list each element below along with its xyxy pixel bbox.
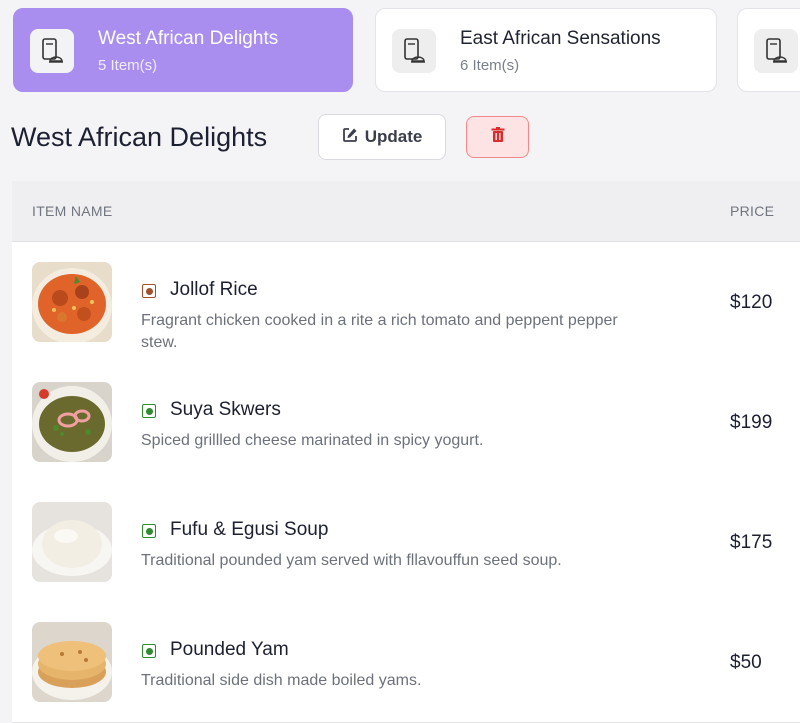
table-row[interactable]: Pounded Yam Traditional side dish made b… (12, 602, 800, 723)
item-description: Traditional side dish made boiled yams. (141, 672, 422, 689)
item-price: $175 (730, 532, 773, 553)
table-row[interactable]: Fufu & Egusi Soup Traditional pounded ya… (12, 482, 800, 603)
category-tab-east-african[interactable]: East African Sensations 6 Item(s) (375, 8, 717, 92)
dish-image-pounded-yam (32, 622, 112, 702)
category-count: 5 Item(s) (98, 57, 158, 74)
edit-icon (342, 127, 358, 148)
table-row[interactable]: Suya Skwers Spiced grillled cheese marin… (12, 362, 800, 483)
update-label: Update (364, 127, 423, 146)
item-name: Jollof Rice (170, 279, 258, 300)
veg-indicator-icon (142, 644, 156, 658)
item-name: Fufu & Egusi Soup (170, 519, 329, 540)
menu-icon (392, 29, 436, 73)
dish-image-fufu-egusi (32, 502, 112, 582)
trash-icon (491, 127, 505, 147)
item-description: Traditional pounded yam served with flla… (141, 552, 562, 569)
category-name: East African Sensations (460, 28, 661, 49)
item-price: $120 (730, 292, 773, 313)
item-description: Spiced grillled cheese marinated in spic… (141, 432, 484, 449)
category-tab-partial[interactable] (737, 8, 800, 92)
item-name: Pounded Yam (170, 639, 289, 660)
item-name: Suya Skwers (170, 399, 281, 420)
category-count: 6 Item(s) (460, 57, 520, 74)
item-description: Fragrant chicken cooked in a rite a rich… (141, 312, 618, 351)
menu-items-table: ITEM NAME PRICE Jollof Rice Fragrant chi… (12, 181, 800, 723)
category-tab-west-african[interactable]: West African Delights 5 Item(s) (13, 8, 353, 92)
table-header: ITEM NAME PRICE (12, 181, 800, 242)
header-item-name: ITEM NAME (32, 203, 113, 219)
dish-image-suya-skewers (32, 382, 112, 462)
header-price: PRICE (730, 203, 775, 219)
category-tabs: West African Delights 5 Item(s) East Afr… (0, 0, 800, 100)
menu-icon (754, 29, 798, 73)
item-price: $199 (730, 412, 773, 433)
item-price: $50 (730, 652, 762, 673)
menu-icon (30, 29, 74, 73)
update-button[interactable]: Update (318, 114, 446, 160)
page-title: West African Delights (11, 122, 268, 152)
food-indicator-icon (142, 284, 156, 298)
dish-image-jollof-rice (32, 262, 112, 342)
table-row[interactable]: Jollof Rice Fragrant chicken cooked in a… (12, 242, 800, 363)
delete-button[interactable] (466, 116, 529, 158)
veg-indicator-icon (142, 404, 156, 418)
veg-indicator-icon (142, 524, 156, 538)
category-name: West African Delights (98, 28, 279, 49)
